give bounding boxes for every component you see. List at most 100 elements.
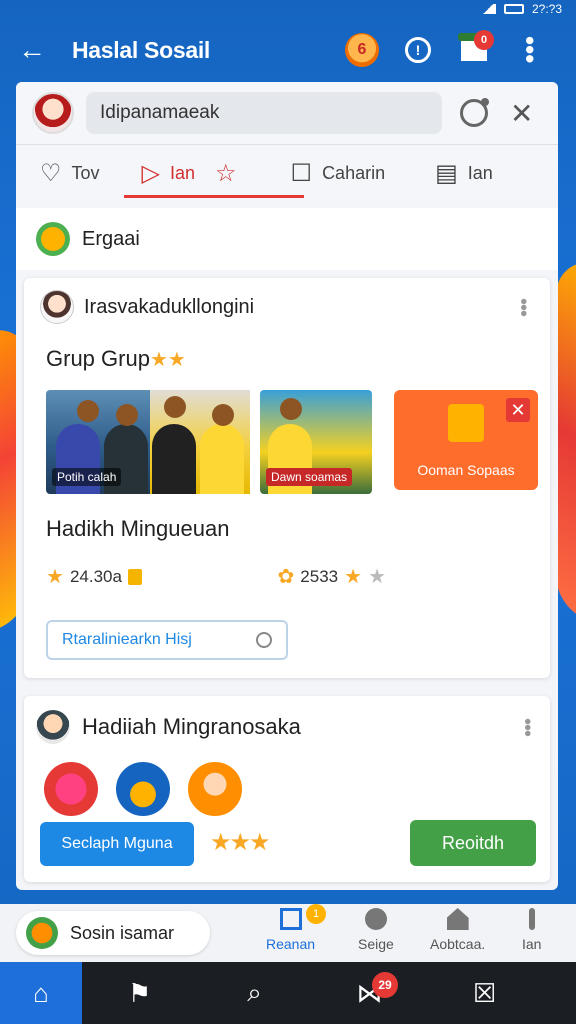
close-icon[interactable]: ✕ [510,97,533,130]
tab-caharin[interactable]: ☐ Caharin [281,145,396,203]
coin-icon [26,917,58,949]
home-button[interactable]: ⌂ [0,962,82,1024]
decoration-right [556,255,576,625]
tab-label: Ian [467,163,493,183]
flag-icon: ⚑ [127,977,152,1008]
pill-label: Sosin isamar [70,922,175,943]
more-vertical-icon: ••• [515,36,545,64]
mascot-button[interactable]: 6 [334,30,390,70]
page-title: Haslal Sosail [72,36,211,63]
section-header[interactable]: Ergaai [16,208,558,270]
rating-stars: ★★★ [210,829,271,856]
more-icon [528,908,535,930]
tab-ian-2[interactable]: ▤ Ian [425,145,503,203]
post-title-text: Grup Grup [46,346,150,371]
edit-button[interactable]: ☒ [427,962,542,1024]
post-subtitle: Hadikh Mingueuan [46,516,230,541]
more-vertical-icon[interactable]: ••• [511,298,534,316]
bandage-icon[interactable] [44,762,98,816]
search-row: Idipanamaeak ✕ [16,82,558,144]
house-icon [446,908,469,930]
reward-primary-button[interactable]: Seclaph Mguna [40,822,194,866]
notification-badge: 0 [474,30,494,50]
search-input[interactable]: Idipanamaeak [86,92,442,134]
nav-seige[interactable]: Seige [358,908,394,952]
reward-header: Hadiiah Mingranosaka ••• [24,696,550,758]
store-button[interactable]: 0 [446,30,502,70]
tab-tov[interactable]: ♡ Tov [30,145,110,203]
coin-pill[interactable]: Sosin isamar [16,911,210,955]
group-avatar[interactable] [36,710,70,744]
home-icon: ⌂ [33,977,49,1008]
reward-icons [44,762,242,816]
post-title: Grup Grup★★ [24,336,550,372]
post-card: Irasvakadukllongini ••• Grup Grup★★ Poti… [24,278,550,678]
person-figure [152,424,196,494]
photo-1[interactable]: Potih calah [46,390,150,494]
avatar[interactable] [32,92,74,134]
reward-card: Hadiiah Mingranosaka ••• Seclaph Mguna ★… [24,696,550,882]
photo-caption: Dawn soamas [266,468,353,486]
stats-row: ★ 24.30a ✿ 2533 ★ ★ [46,564,526,589]
person-head [116,404,138,426]
nav-aobtcaa[interactable]: Aobtcaa. [430,908,485,952]
person-figure [200,424,244,494]
tab-ian[interactable]: ▷ Ian [132,145,206,203]
link-button[interactable]: Rtaraliniearkn Hisj [46,620,288,660]
clock-icon: ! [405,37,431,63]
history-button[interactable]: ! [390,30,446,70]
reward-title: Hadiiah Mingranosaka [82,714,301,739]
nav-reanan[interactable]: 1 Reanan [266,904,326,952]
person-head [212,404,234,426]
back-arrow-icon[interactable]: ← [18,34,58,66]
reward-action-button[interactable]: Reoitdh [410,820,536,866]
author-avatar[interactable] [40,290,74,324]
person-head [77,400,99,422]
medal-icon[interactable] [116,762,170,816]
tab-indicator [124,195,304,198]
bookmark-button[interactable]: ⋈ 29 [312,962,427,1024]
person-head [280,398,302,420]
nav-label: Ian [522,936,542,952]
coin-icon [36,222,70,256]
stat-score: ✿ 2533 ★ ★ [278,564,386,589]
photo-3[interactable]: Dawn soamas [260,390,372,494]
overflow-menu-button[interactable]: ••• [502,30,558,70]
person-head [164,396,186,418]
square-icon [279,908,302,930]
nav-ian[interactable]: Ian [522,908,541,952]
photo-2[interactable] [150,390,250,494]
media-row: Potih calah Dawn soamas ✕ Ooman Sopaas [46,390,538,494]
tab-label: Tov [71,163,100,183]
system-nav-bar: ⌂ ⚑ ⌕ ⋈ 29 ☒ [0,962,576,1024]
stat-value: 2533 [300,566,339,586]
status-time: 2?:?3 [531,2,562,16]
flag-button[interactable]: ⚑ [82,962,197,1024]
promo-card[interactable]: ✕ Ooman Sopaas [394,390,538,490]
nav-label: Aobtcaa. [430,936,486,952]
star-icon: ☆ [215,160,237,187]
battery-icon [503,4,524,14]
tab-favorites[interactable]: ☆ [205,145,247,203]
signal-icon [479,4,496,14]
section-title: Ergaai [82,227,140,250]
close-icon[interactable]: ✕ [506,398,530,422]
photo-caption: Potih calah [52,468,122,486]
book-icon: ▤ [435,160,458,187]
more-vertical-icon[interactable]: ••• [515,718,538,736]
play-icon: ▷ [141,160,160,187]
flower-icon: ✿ [277,566,295,588]
tab-label: Ian [170,163,196,183]
search-button[interactable]: ⌕ [197,962,312,1024]
promo-label: Ooman Sopaas [417,462,515,478]
circle-icon [256,632,272,648]
bottom-bar: Sosin isamar 1 Reanan Seige Aobtcaa. Ian [0,904,576,962]
calendar-icon: ☐ [290,160,313,187]
shopping-bag-icon [448,404,484,442]
user-avatar[interactable] [188,762,242,816]
author-name[interactable]: Irasvakadukllongini [84,296,254,319]
camera-icon[interactable] [460,98,489,127]
nav-label: Seige [358,936,394,952]
star-icon: ★ [46,566,64,588]
coin-icon [127,568,142,585]
